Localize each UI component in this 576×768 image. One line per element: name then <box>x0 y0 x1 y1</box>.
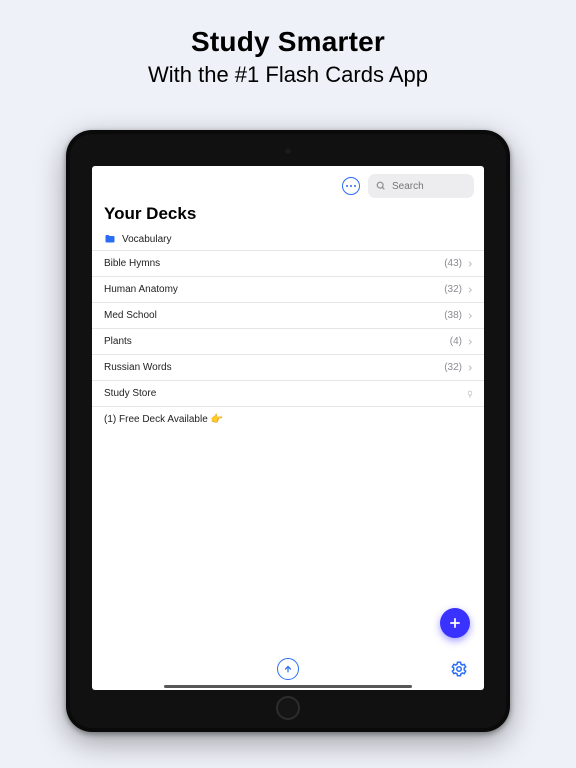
deck-list: Bible Hymns (43) Human Anatomy (32) Med Scho… <box>92 251 484 381</box>
more-icon <box>354 185 356 187</box>
device-frame: Your Decks Vocabulary Bible Hymns (43) Hum… <box>66 130 510 732</box>
study-store-row[interactable]: Study Store <box>92 381 484 407</box>
study-store-label: Study Store <box>104 388 156 399</box>
deck-count: (4) <box>450 336 462 347</box>
deck-name: Human Anatomy <box>104 284 178 295</box>
section-title: Your Decks <box>92 204 484 228</box>
gear-icon <box>450 660 468 678</box>
device-camera <box>285 148 291 154</box>
search-field[interactable] <box>368 174 474 198</box>
upload-icon <box>283 664 293 674</box>
free-deck-promo[interactable]: (1) Free Deck Available 👉 <box>92 407 484 432</box>
deck-row[interactable]: Human Anatomy (32) <box>92 277 484 303</box>
deck-count: (32) <box>444 362 462 373</box>
more-icon <box>346 185 348 187</box>
chevron-right-icon <box>466 364 474 372</box>
add-deck-button[interactable] <box>440 608 470 638</box>
deck-name: Med School <box>104 310 157 321</box>
chevron-right-icon <box>466 260 474 268</box>
hero-subtitle: With the #1 Flash Cards App <box>0 62 576 88</box>
more-button[interactable] <box>342 177 360 195</box>
folder-name: Vocabulary <box>122 234 171 245</box>
deck-row[interactable]: Med School (38) <box>92 303 484 329</box>
deck-count: (43) <box>444 258 462 269</box>
search-input[interactable] <box>390 180 454 193</box>
deck-count: (38) <box>444 310 462 321</box>
topbar <box>92 166 484 204</box>
app-screen: Your Decks Vocabulary Bible Hymns (43) Hum… <box>92 166 484 690</box>
deck-row[interactable]: Bible Hymns (43) <box>92 251 484 277</box>
home-indicator <box>164 685 412 688</box>
deck-name: Russian Words <box>104 362 172 373</box>
deck-name: Bible Hymns <box>104 258 160 269</box>
plus-icon <box>448 616 462 630</box>
deck-row[interactable]: Russian Words (32) <box>92 355 484 381</box>
search-icon <box>376 181 386 191</box>
more-icon <box>350 185 352 187</box>
upload-button[interactable] <box>277 658 299 680</box>
deck-row[interactable]: Plants (4) <box>92 329 484 355</box>
chevron-right-icon <box>466 312 474 320</box>
folder-icon <box>104 233 116 245</box>
settings-button[interactable] <box>448 658 470 680</box>
deck-count: (32) <box>444 284 462 295</box>
hero-title: Study Smarter <box>0 26 576 58</box>
device-home-button <box>276 696 300 720</box>
chevron-right-icon <box>466 286 474 294</box>
chevron-right-icon <box>466 338 474 346</box>
folder-row[interactable]: Vocabulary <box>92 228 484 251</box>
bottom-toolbar <box>92 654 484 684</box>
lightbulb-icon <box>466 390 474 398</box>
deck-name: Plants <box>104 336 132 347</box>
